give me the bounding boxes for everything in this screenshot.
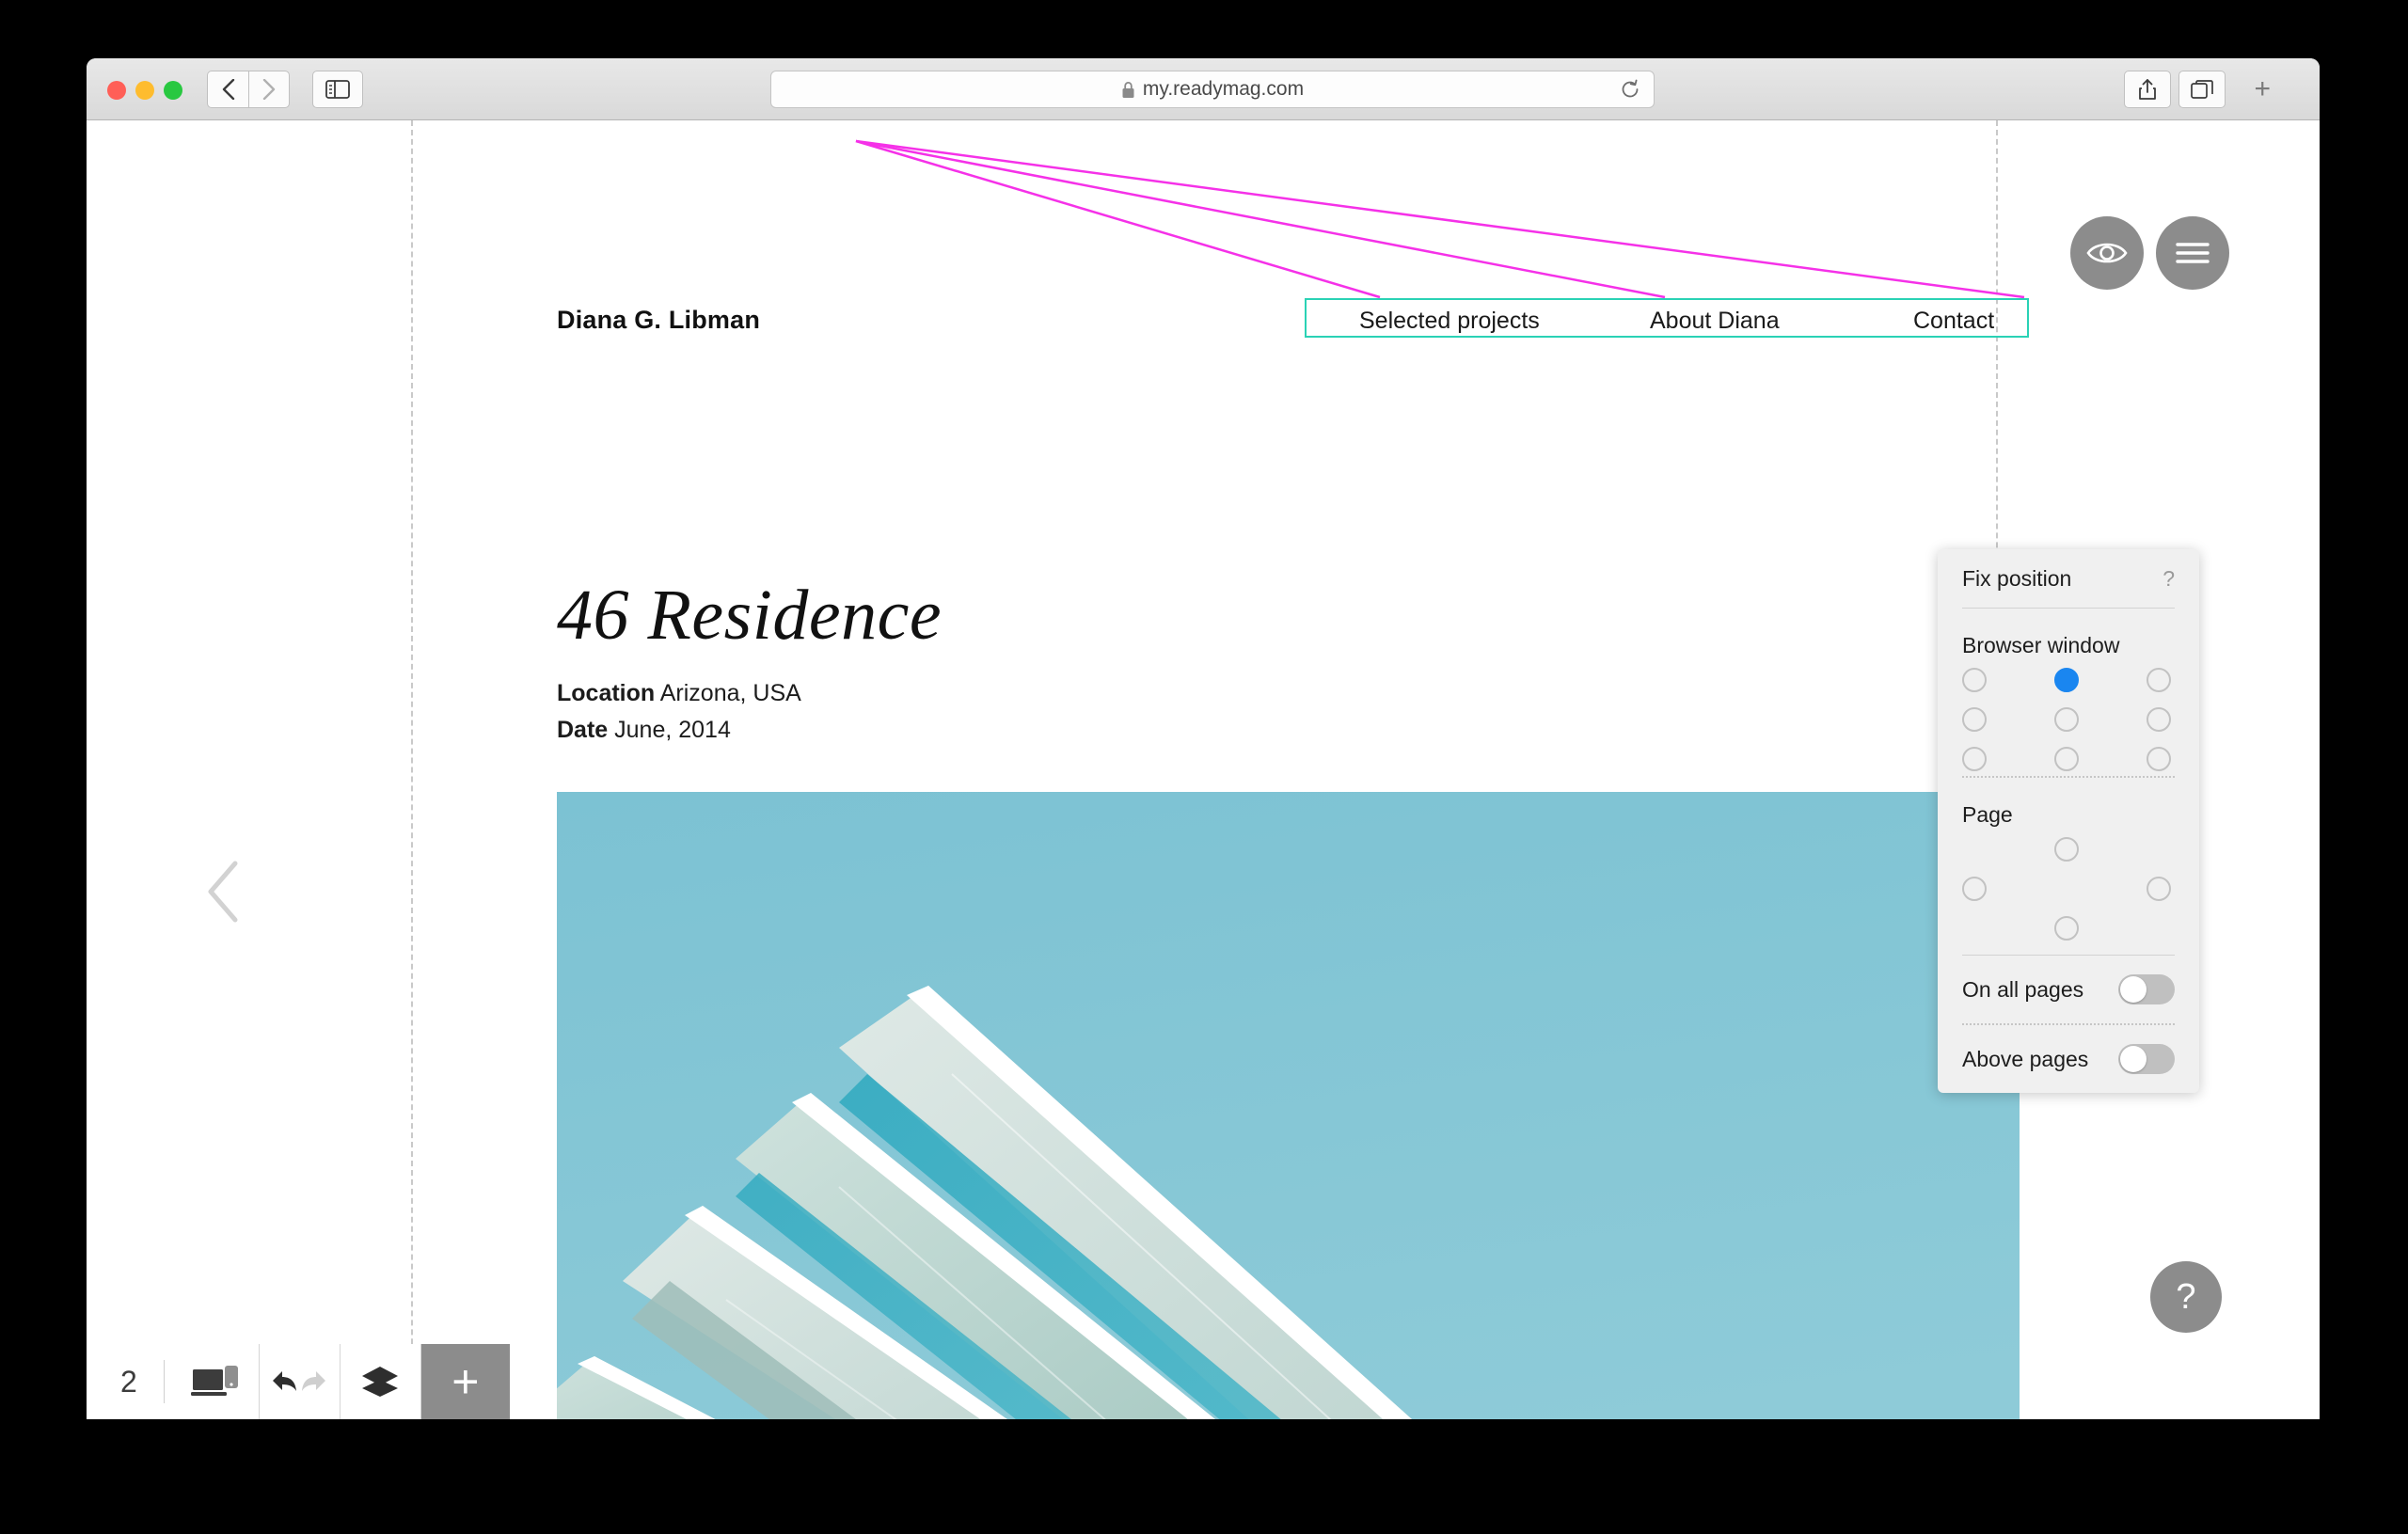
above-pages-row: Above pages (1962, 1025, 2175, 1093)
eye-icon (2086, 243, 2128, 263)
toolbar-separator (163, 1360, 165, 1403)
chevron-left-icon (222, 79, 234, 100)
desktop-mobile-icon (190, 1366, 238, 1396)
project-heading: 46 Residence (557, 576, 943, 655)
date-value: June, 2014 (608, 717, 731, 743)
add-label: + (452, 1355, 480, 1408)
browser-toolbar: my.readymag.com + (87, 58, 2320, 120)
preview-button[interactable] (2070, 216, 2144, 290)
browser-forward-button[interactable] (248, 71, 290, 108)
address-bar[interactable]: my.readymag.com (770, 71, 1655, 108)
chevron-right-icon (262, 79, 276, 100)
redo-arrow-icon (302, 1371, 326, 1391)
on-all-pages-row: On all pages (1962, 956, 2175, 1023)
maximize-window-button[interactable] (164, 81, 182, 100)
toggle-knob (2120, 1046, 2147, 1072)
site-logo-text: Diana G. Libman (557, 306, 761, 334)
browser-anchor-top-left[interactable] (1962, 668, 1987, 692)
reload-button[interactable] (1620, 79, 1640, 100)
help-label: ? (2176, 1277, 2196, 1317)
undo-redo-button[interactable] (259, 1344, 341, 1419)
browser-anchor-bottom-left[interactable] (1962, 747, 1987, 771)
layers-panel-button[interactable] (340, 1344, 421, 1419)
close-window-button[interactable] (107, 81, 126, 100)
browser-anchor-bottom-center[interactable] (2054, 747, 2079, 771)
page-anchor-bottom[interactable] (2054, 916, 2079, 941)
minimize-window-button[interactable] (135, 81, 154, 100)
tab-overview-button[interactable] (2178, 71, 2226, 108)
browser-anchor-middle-left[interactable] (1962, 707, 1987, 732)
on-all-pages-toggle[interactable] (2118, 974, 2175, 1004)
undo-arrow-icon (273, 1371, 297, 1391)
location-label: Location (557, 680, 656, 706)
browser-window-label: Browser window (1962, 633, 2120, 657)
layers-stack-icon (362, 1367, 399, 1397)
project-location: Location Arizona, USA (557, 680, 801, 707)
url-text: my.readymag.com (1142, 78, 1305, 100)
canvas-guide-left (411, 120, 413, 1419)
editor-bottom-toolbar: 2 + (87, 1344, 510, 1419)
hamburger-menu-icon (2176, 243, 2210, 263)
hero-image[interactable] (557, 792, 2020, 1419)
location-value: Arizona, USA (655, 680, 801, 706)
page-anchor-right[interactable] (2147, 877, 2171, 901)
previous-page-button[interactable] (201, 859, 245, 925)
page-anchor-grid (1962, 837, 2175, 955)
browser-back-button[interactable] (207, 71, 248, 108)
browser-anchor-middle-right[interactable] (2147, 707, 2171, 732)
page-section-label: Page (1962, 802, 2013, 827)
help-button[interactable]: ? (2150, 1261, 2222, 1333)
fix-position-panel: Fix position ? Browser window Page On al… (1938, 549, 2199, 1093)
lock-icon (1121, 81, 1135, 99)
browser-window: my.readymag.com + Diana G. Libman Select… (87, 58, 2320, 1419)
page-count-label: 2 (120, 1364, 137, 1399)
page-anchor-left[interactable] (1962, 877, 1987, 901)
new-tab-button[interactable]: + (2254, 75, 2271, 103)
undo-redo-icon (273, 1371, 326, 1391)
reload-icon (1622, 79, 1639, 98)
fix-position-title: Fix position (1962, 565, 2072, 591)
date-label: Date (557, 717, 609, 743)
nav-item-contact[interactable]: Contact (1913, 308, 1994, 335)
tab-overview-icon (2191, 80, 2213, 99)
sidebar-toggle-icon (325, 80, 350, 99)
add-element-button[interactable]: + (420, 1344, 510, 1419)
page-anchor-top[interactable] (2054, 837, 2079, 862)
project-date: Date June, 2014 (557, 717, 731, 744)
above-pages-toggle[interactable] (2118, 1044, 2175, 1074)
browser-anchor-top-right[interactable] (2147, 668, 2171, 692)
fix-position-help-icon[interactable]: ? (2162, 566, 2175, 592)
laptop-bezel: my.readymag.com + Diana G. Libman Select… (0, 0, 2408, 1534)
nav-selection-box[interactable]: Selected projects About Diana Contact (1305, 298, 2029, 338)
share-button[interactable] (2124, 71, 2171, 108)
nav-item-selected-projects[interactable]: Selected projects (1359, 308, 1540, 335)
toggle-knob (2120, 976, 2147, 1003)
nav-item-about-diana[interactable]: About Diana (1650, 308, 1780, 335)
browser-anchor-bottom-right[interactable] (2147, 747, 2171, 771)
architecture-photo (557, 792, 2020, 1419)
device-view-button[interactable] (190, 1364, 240, 1400)
sidebar-toggle-button[interactable] (312, 71, 363, 108)
browser-anchor-middle-center[interactable] (2054, 707, 2079, 732)
share-icon (2139, 79, 2156, 100)
browser-anchor-top-center[interactable] (2054, 668, 2079, 692)
browser-anchor-grid (1962, 668, 2175, 776)
above-pages-label: Above pages (1962, 1046, 2089, 1071)
main-menu-button[interactable] (2156, 216, 2229, 290)
page-indicator-group: 2 (87, 1344, 260, 1419)
on-all-pages-label: On all pages (1962, 976, 2084, 1002)
fix-position-header: Fix position ? (1962, 549, 2175, 608)
